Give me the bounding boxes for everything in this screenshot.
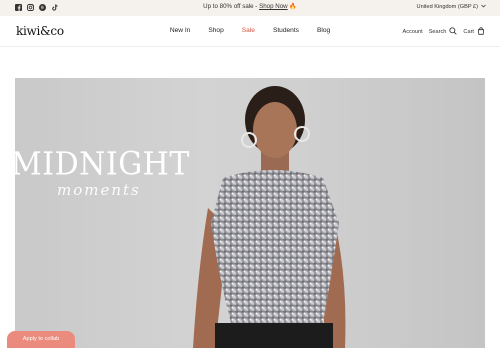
- apply-to-collab-button[interactable]: Apply to collab: [7, 331, 75, 348]
- bag-icon: [477, 27, 485, 37]
- header-actions: Account Search Cart: [402, 27, 485, 37]
- cart-label: Cart: [463, 29, 474, 35]
- chevron-down-icon: [481, 4, 486, 10]
- nav-sale[interactable]: Sale: [242, 27, 255, 34]
- nav-students[interactable]: Students: [273, 27, 299, 34]
- model-photo: [193, 86, 346, 348]
- country-selector[interactable]: United Kingdom (GBP £): [417, 4, 486, 10]
- hero-subtitle: moments: [57, 181, 141, 199]
- hero-banner[interactable]: MIDNIGHT moments: [15, 78, 485, 348]
- nav-blog[interactable]: Blog: [317, 27, 330, 34]
- account-link[interactable]: Account: [402, 29, 422, 35]
- promo-text: Up to 80% off sale -: [203, 3, 260, 10]
- search-icon: [449, 27, 458, 37]
- search-label: Search: [428, 29, 447, 35]
- country-label: United Kingdom (GBP £): [416, 4, 478, 10]
- hero-title: MIDNIGHT: [15, 146, 190, 183]
- announcement-bar: Up to 80% off sale - Shop Now 🔥 United K…: [0, 0, 500, 16]
- cart-link[interactable]: Cart: [463, 27, 485, 37]
- shop-now-link[interactable]: Shop Now: [259, 3, 288, 10]
- site-header: kiwi&co New In Shop Sale Students Blog A…: [0, 16, 500, 47]
- nav-new-in[interactable]: New In: [170, 27, 191, 34]
- search-link[interactable]: Search: [429, 27, 458, 37]
- nav-shop[interactable]: Shop: [208, 27, 223, 34]
- fire-emoji: 🔥: [289, 4, 297, 10]
